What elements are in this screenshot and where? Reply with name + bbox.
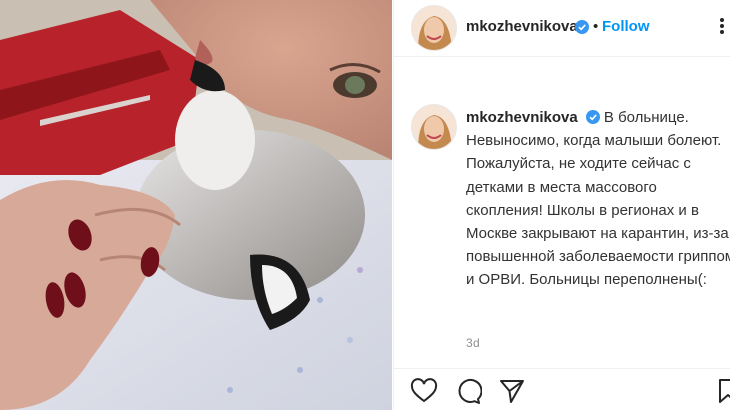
author-username[interactable]: mkozhevnikova — [466, 18, 578, 35]
post-header: mkozhevnikova • Follow — [394, 0, 730, 57]
post-actions-bar — [394, 368, 730, 411]
post-side-panel: mkozhevnikova • Follow mkozhevnikova В б… — [393, 0, 730, 410]
caption-text: В больнице. Невыносимо, когда малыши бол… — [466, 109, 730, 289]
post-photo[interactable] — [0, 0, 392, 410]
avatar-image — [412, 6, 456, 50]
verified-badge-icon — [585, 108, 600, 124]
caption-author-avatar[interactable] — [411, 104, 457, 150]
comment-icon[interactable] — [454, 377, 482, 405]
verified-badge-icon — [575, 20, 589, 34]
caption-username[interactable]: mkozhevnikova — [466, 109, 578, 126]
post-timestamp[interactable]: 3d — [466, 336, 480, 350]
photo-illustration — [0, 0, 392, 410]
caption-body: mkozhevnikova В больнице. Невыносимо, ко… — [466, 106, 730, 292]
follow-separator: • — [593, 18, 599, 35]
bookmark-icon[interactable] — [716, 377, 730, 405]
follow-button[interactable]: Follow — [602, 18, 650, 35]
avatar-image — [412, 105, 456, 149]
author-avatar[interactable] — [411, 5, 457, 51]
paper-plane-icon[interactable] — [498, 377, 526, 405]
more-options-icon[interactable] — [713, 16, 730, 38]
heart-icon[interactable] — [410, 377, 438, 405]
